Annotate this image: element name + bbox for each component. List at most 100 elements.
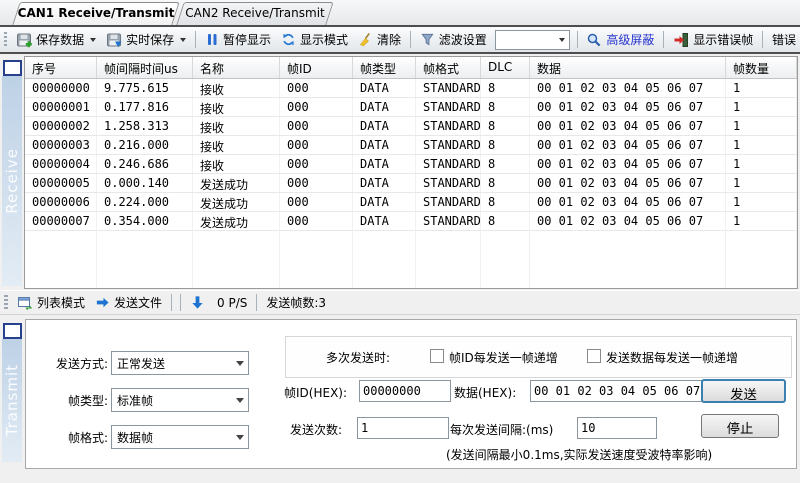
table-cell: 00000000	[25, 79, 97, 97]
table-cell: 00000005	[25, 174, 97, 192]
toolbar-separator	[256, 294, 258, 311]
frame-type-label: 帧类型:	[67, 394, 108, 408]
table-cell: 1	[726, 98, 797, 116]
table-cell: DATA	[353, 79, 416, 97]
filter-select[interactable]	[494, 29, 570, 50]
inc-data-checkbox[interactable]	[587, 349, 601, 363]
can-analyzer-window: CAN1 Receive/Transmit CAN2 Receive/Trans…	[0, 0, 800, 483]
show-error-frames-label: 显示错误帧	[693, 33, 754, 47]
inc-id-checkbox[interactable]	[430, 349, 444, 363]
clear-label: 清除	[376, 33, 401, 47]
show-error-frames-button[interactable]: 显示错误帧	[669, 29, 757, 50]
list-mode-label: 列表模式	[37, 296, 86, 310]
table-cell: 8	[481, 98, 530, 116]
advanced-mask-button[interactable]: 高级屏蔽	[582, 29, 658, 50]
frame-format-label: 帧格式:	[67, 431, 108, 445]
table-row[interactable]: 00000006 0.224.000 发送成功 000 DATA STANDARD 8 00 …	[25, 193, 797, 212]
chevron-down-icon[interactable]	[180, 37, 187, 42]
toolbar-grip[interactable]	[4, 294, 8, 311]
list-mode-button[interactable]: 列表模式	[13, 292, 89, 313]
display-mode-button[interactable]: 显示模式	[277, 29, 352, 50]
filter-settings-button[interactable]: 滤波设置	[416, 29, 491, 50]
table-row[interactable]: 00000003 0.216.000 接收 000 DATA STANDARD 8 00 01…	[25, 136, 797, 155]
table-cell: 1	[726, 136, 797, 154]
table-row[interactable]: 00000000 9.775.615 接收 000 DATA STANDARD 8 00 01…	[25, 79, 797, 98]
toolbar-separator	[663, 31, 665, 48]
clear-button[interactable]: 清除	[354, 29, 405, 50]
table-cell: 1	[726, 174, 797, 192]
column-header[interactable]: 帧间隔时间us	[97, 57, 193, 78]
receive-panel: Receive 序号 帧间隔时间us 名称 帧ID 帧类型 帧格式 DLC 数据 帧数量 000…	[0, 56, 800, 289]
table-cell: 发送成功	[193, 174, 280, 192]
column-header[interactable]: DLC	[481, 57, 530, 78]
table-row[interactable]: 00000002 1.258.313 接收 000 DATA STANDARD 8 00 01…	[25, 117, 797, 136]
table-cell: 00000001	[25, 98, 97, 116]
frame-id-input[interactable]	[359, 380, 451, 402]
multi-send-groupbox: 多次发送时: 帧ID每发送一帧递增 发送数据每发送一帧递增	[285, 336, 792, 378]
table-cell: 00000004	[25, 155, 97, 173]
table-cell: 0.000.140	[97, 174, 193, 192]
clipped-toolbar-item[interactable]: 错误	[768, 29, 800, 50]
panel-select-checkbox[interactable]	[3, 323, 22, 339]
column-header[interactable]: 数据	[530, 57, 726, 78]
realtime-save-button[interactable]: 实时保存	[102, 29, 190, 50]
table-cell: STANDARD	[416, 174, 481, 192]
interval-note: (发送间隔最小0.1ms,实际发送速度受波特率影响)	[446, 448, 713, 462]
column-header[interactable]: 序号	[25, 57, 97, 78]
data-hex-label: 数据(HEX):	[454, 386, 517, 400]
column-header[interactable]: 帧类型	[353, 57, 416, 78]
table-cell: 00 01 02 03 04 05 06 07	[530, 193, 726, 211]
empty-column	[481, 223, 530, 288]
toolbar-grip[interactable]	[4, 31, 8, 48]
display-mode-label: 显示模式	[299, 33, 348, 47]
column-header[interactable]: 名称	[193, 57, 280, 78]
send-mode-select[interactable]: 正常发送	[111, 351, 249, 375]
table-cell: 接收	[193, 117, 280, 135]
stop-button[interactable]: 停止	[701, 414, 779, 438]
table-cell: 00000002	[25, 117, 97, 135]
toolbar-separator	[171, 294, 173, 311]
table-cell: 00 01 02 03 04 05 06 07	[530, 79, 726, 97]
error-frame-icon	[673, 32, 689, 48]
chevron-down-icon[interactable]	[90, 37, 97, 42]
table-cell: DATA	[353, 155, 416, 173]
table-row[interactable]: 00000004 0.246.686 接收 000 DATA STANDARD 8 00 01…	[25, 155, 797, 174]
pause-display-button[interactable]: 暂停显示	[201, 29, 275, 50]
send-file-button[interactable]: 发送文件	[91, 292, 166, 313]
save-data-button[interactable]: 保存数据	[12, 29, 100, 50]
column-header[interactable]: 帧数量	[726, 57, 797, 78]
table-cell: 8	[481, 79, 530, 97]
chevron-down-icon	[232, 397, 248, 403]
receive-sidebar[interactable]: Receive	[2, 76, 22, 286]
column-header[interactable]: 帧ID	[280, 57, 353, 78]
table-cell: STANDARD	[416, 136, 481, 154]
empty-column	[416, 223, 481, 288]
save-icon	[16, 32, 32, 48]
data-hex-input[interactable]	[530, 380, 704, 402]
tab-can1-receive-transmit[interactable]: CAN1 Receive/Transmit	[12, 2, 180, 25]
table-cell: 8	[481, 136, 530, 154]
filter-funnel-icon	[420, 32, 435, 47]
table-cell: 0.224.000	[97, 193, 193, 211]
send-count-input[interactable]	[357, 417, 449, 439]
table-row[interactable]: 00000001 0.177.816 接收 000 DATA STANDARD 8 00 01…	[25, 98, 797, 117]
transmit-sidebar-label: Transmit	[3, 364, 21, 437]
column-header[interactable]: 帧格式	[416, 57, 481, 78]
arrow-right-icon	[95, 295, 110, 310]
empty-column	[530, 223, 726, 288]
send-file-label: 发送文件	[114, 296, 163, 310]
send-button[interactable]: 发送	[701, 379, 786, 403]
frame-format-select[interactable]: 数据帧	[111, 425, 249, 449]
frame-type-select[interactable]: 标准帧	[111, 388, 249, 412]
pause-icon	[205, 32, 219, 47]
tab-can2-receive-transmit[interactable]: CAN2 Receive/Transmit	[176, 2, 334, 25]
pause-display-label: 暂停显示	[222, 33, 271, 47]
toolbar-separator	[195, 31, 196, 48]
table-cell: 00000003	[25, 136, 97, 154]
interval-input[interactable]	[577, 417, 657, 439]
transmit-panel-region: Transmit 发送方式: 正常发送 多次发送时: 帧ID每发送一帧递增 发送…	[0, 315, 800, 483]
save-data-label: 保存数据	[36, 33, 85, 47]
table-row[interactable]: 00000005 0.000.140 发送成功 000 DATA STANDARD 8 00 …	[25, 174, 797, 193]
panel-select-checkbox[interactable]	[3, 60, 22, 76]
transmit-sidebar[interactable]: Transmit	[2, 339, 22, 462]
